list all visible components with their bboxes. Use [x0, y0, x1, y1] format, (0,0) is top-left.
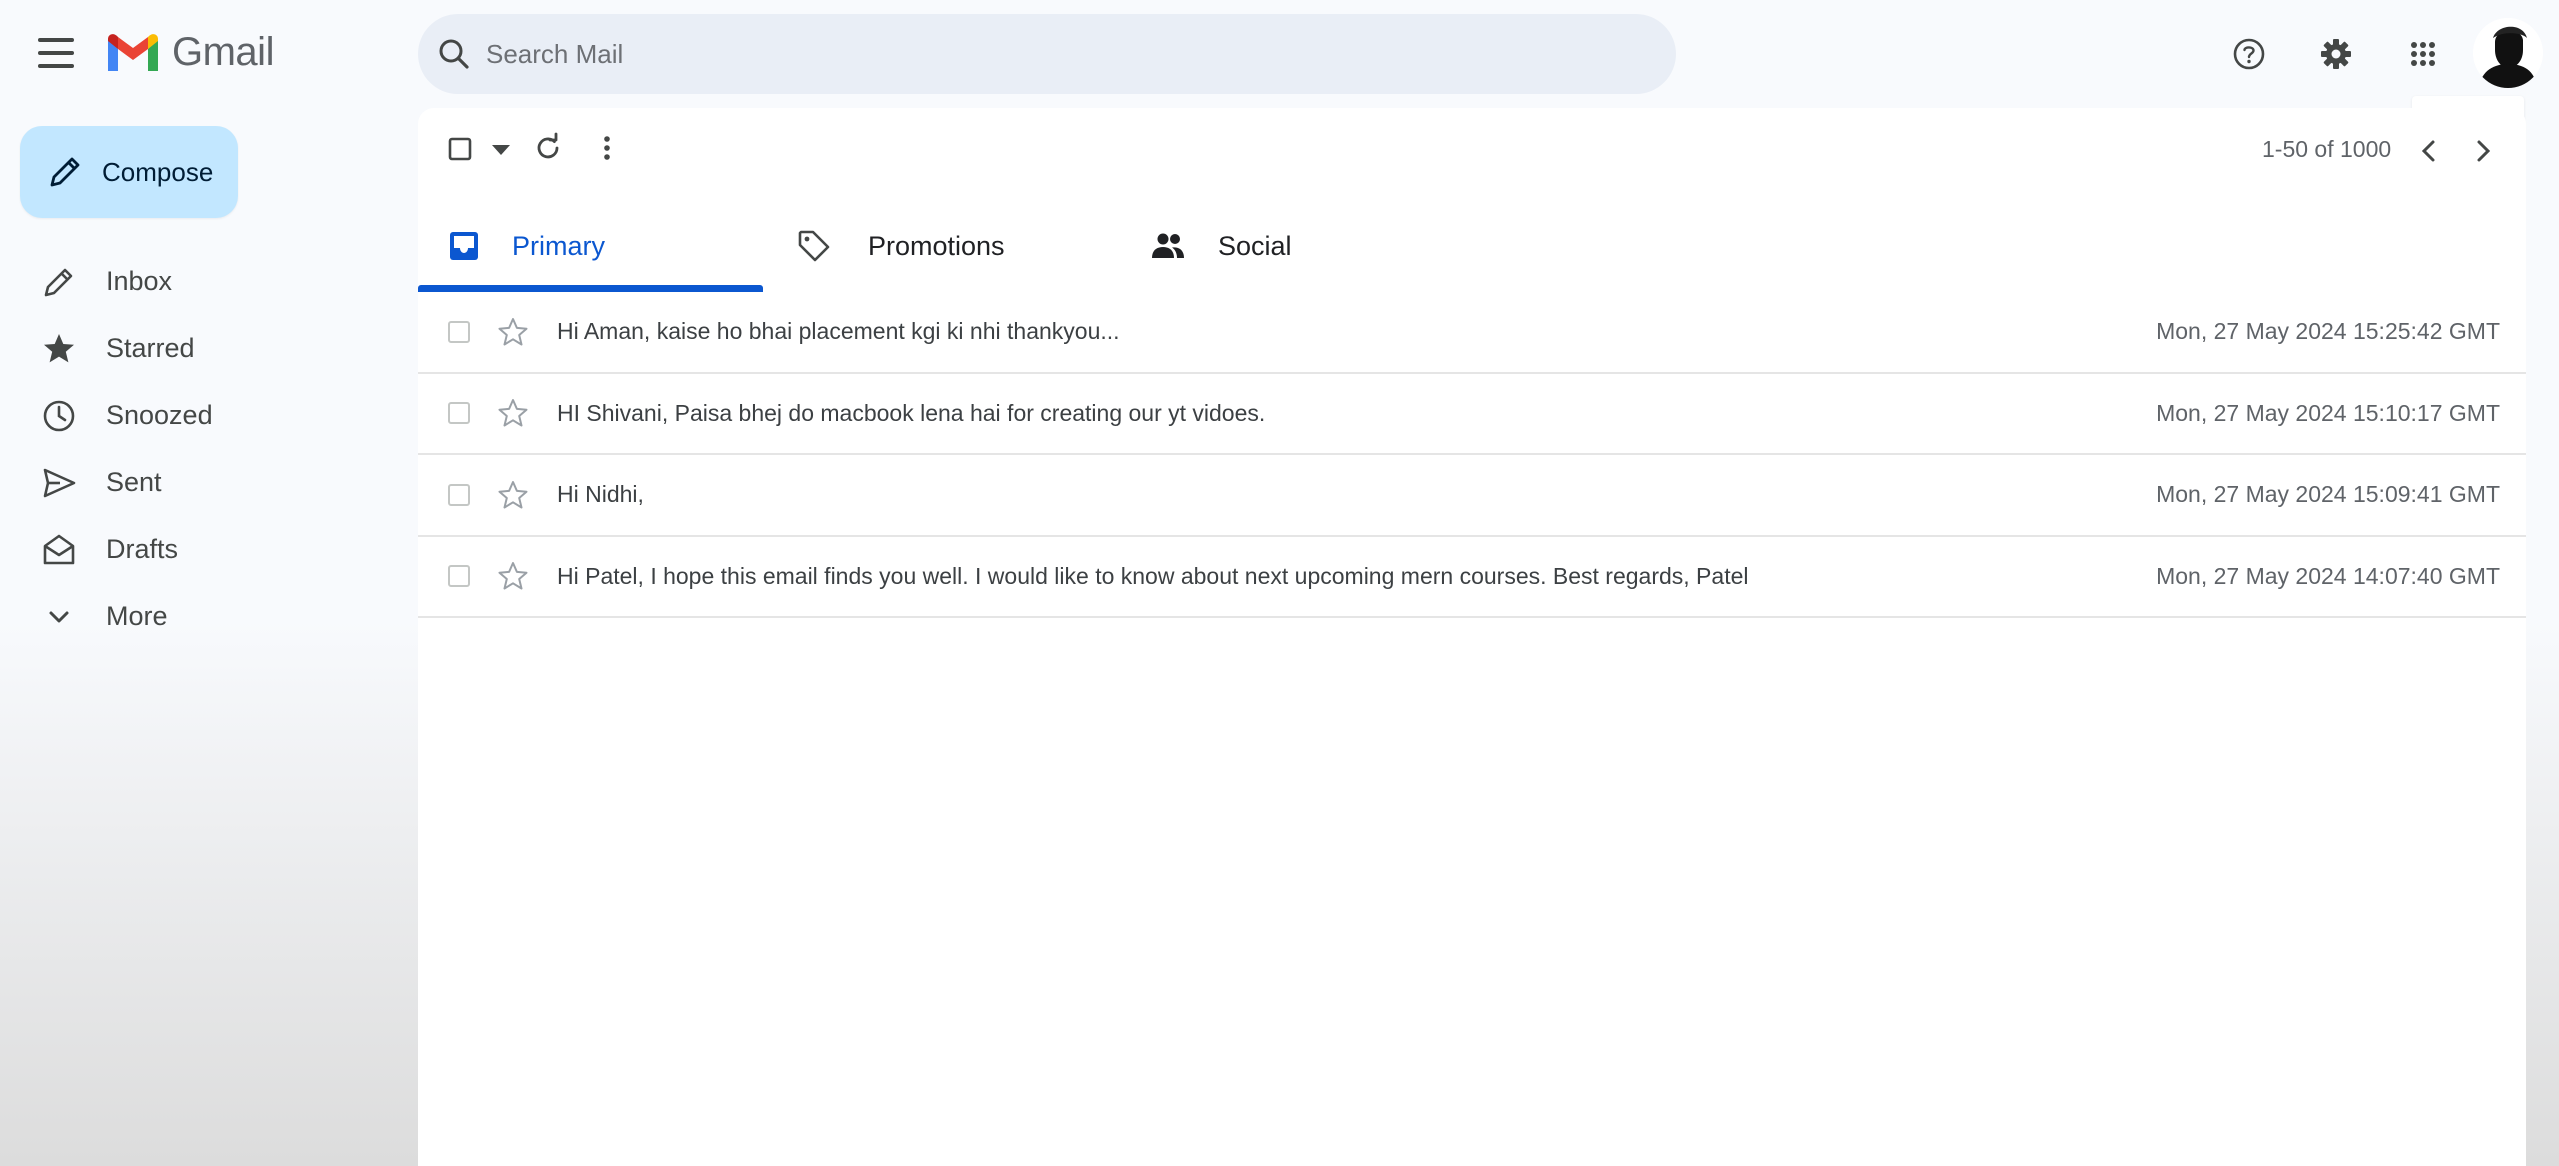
settings-icon[interactable]	[2316, 34, 2356, 74]
apps-grid-icon[interactable]	[2403, 34, 2443, 74]
chevron-down-icon	[49, 611, 69, 622]
email-checkbox[interactable]	[448, 565, 470, 588]
sidebar-item-label: Inbox	[106, 266, 173, 296]
send-icon	[43, 468, 76, 497]
help-icon[interactable]	[2229, 34, 2269, 74]
pencil-icon	[44, 268, 73, 296]
avatar[interactable]	[2473, 18, 2543, 88]
email-row[interactable]: Hi Nidhi, Mon, 27 May 2024 15:09:41 GMT	[418, 455, 2526, 537]
star-icon[interactable]	[496, 559, 530, 593]
search-bar[interactable]	[418, 14, 1676, 94]
tab-social[interactable]: Social	[1150, 200, 1495, 292]
clock-icon	[43, 400, 75, 431]
chevron-right-icon[interactable]	[2472, 138, 2494, 164]
user-avatar-icon	[2473, 18, 2543, 88]
email-checkbox[interactable]	[448, 483, 470, 506]
email-checkbox[interactable]	[448, 402, 470, 425]
menu-line	[38, 51, 74, 55]
tab-promotions[interactable]: Promotions	[796, 200, 1141, 292]
pencil-icon	[50, 157, 80, 187]
compose-button[interactable]: Compose	[20, 126, 238, 218]
tag-icon	[798, 230, 830, 262]
more-options-icon[interactable]	[594, 132, 620, 164]
sidebar-nav: Inbox Starred Snoozed Sent Drafts More	[0, 248, 400, 650]
inbox-icon	[450, 232, 478, 260]
tab-label: Social	[1218, 230, 1292, 261]
sidebar-item-label: More	[106, 601, 168, 631]
search-icon[interactable]	[434, 34, 474, 74]
email-row[interactable]: Hi Patel, I hope this email finds you we…	[418, 537, 2526, 618]
star-icon[interactable]	[496, 315, 530, 349]
tab-label: Promotions	[868, 230, 1005, 261]
select-dropdown-icon[interactable]	[490, 140, 512, 158]
email-date: Mon, 27 May 2024 15:25:42 GMT	[2156, 318, 2500, 345]
search-input[interactable]	[486, 38, 1586, 70]
email-date: Mon, 27 May 2024 14:07:40 GMT	[2156, 562, 2500, 589]
sidebar-item-label: Starred	[106, 333, 195, 363]
star-icon	[44, 333, 74, 362]
sidebar-item-label: Drafts	[106, 534, 179, 564]
gmail-logo[interactable]: Gmail	[104, 30, 274, 75]
sidebar-item-more[interactable]: More	[0, 583, 400, 650]
sidebar-item-label: Sent	[106, 467, 162, 497]
refresh-icon[interactable]	[532, 132, 564, 164]
email-date: Mon, 27 May 2024 15:09:41 GMT	[2156, 481, 2500, 508]
email-snippet: Hi Nidhi,	[557, 481, 644, 508]
sidebar-item-drafts[interactable]: Drafts	[0, 516, 400, 583]
tab-primary[interactable]: Primary	[418, 200, 763, 292]
email-snippet: Hi Aman, kaise ho bhai placement kgi ki …	[557, 318, 1120, 345]
sidebar-item-starred[interactable]: Starred	[0, 315, 400, 382]
email-list: Hi Aman, kaise ho bhai placement kgi ki …	[418, 292, 2526, 618]
star-icon[interactable]	[496, 478, 530, 512]
email-row[interactable]: Hi Aman, kaise ho bhai placement kgi ki …	[418, 292, 2526, 374]
drafts-icon	[43, 534, 75, 564]
sidebar-item-snoozed[interactable]: Snoozed	[0, 382, 400, 449]
email-row[interactable]: HI Shivani, Paisa bhej do macbook lena h…	[418, 374, 2526, 455]
pagination-text: 1-50 of 1000	[2262, 136, 2392, 162]
email-date: Mon, 27 May 2024 15:10:17 GMT	[2156, 399, 2500, 426]
people-icon	[1152, 233, 1184, 258]
gmail-logo-text: Gmail	[172, 30, 274, 74]
email-checkbox[interactable]	[448, 320, 470, 343]
sidebar-item-label: Snoozed	[106, 400, 213, 430]
compose-label: Compose	[102, 156, 214, 187]
menu-line	[38, 38, 74, 42]
email-snippet: Hi Patel, I hope this email finds you we…	[557, 562, 1749, 589]
menu-line	[38, 64, 74, 68]
chevron-left-icon[interactable]	[2418, 138, 2440, 164]
tab-label: Primary	[512, 230, 605, 261]
email-snippet: HI Shivani, Paisa bhej do macbook lena h…	[557, 399, 1266, 426]
sidebar-item-inbox[interactable]: Inbox	[0, 248, 400, 315]
main-menu-button[interactable]	[38, 38, 74, 68]
star-icon[interactable]	[496, 396, 530, 430]
sidebar-item-sent[interactable]: Sent	[0, 449, 400, 516]
gmail-m-icon	[108, 33, 158, 71]
select-all-checkbox[interactable]	[448, 137, 472, 161]
category-tabs: Primary Promotions Social	[418, 200, 2526, 292]
